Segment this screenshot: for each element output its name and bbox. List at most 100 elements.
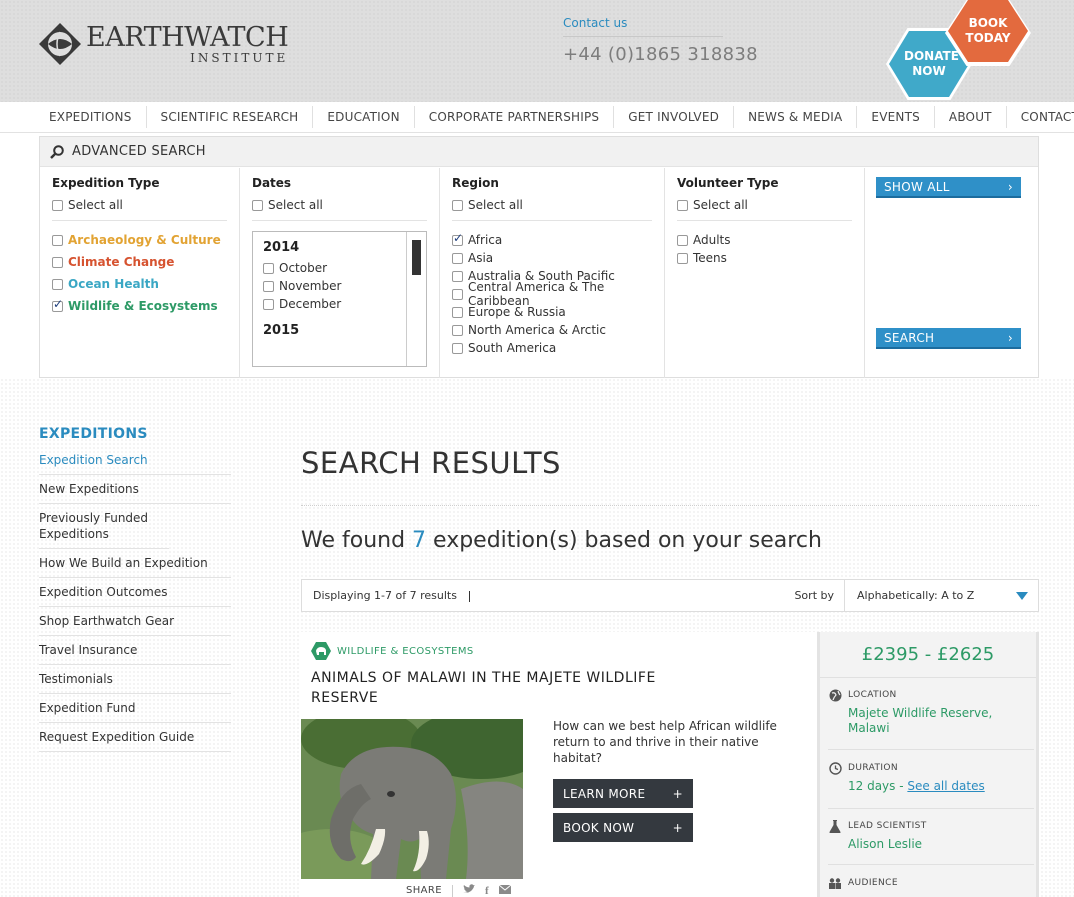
search-button[interactable]: SEARCH › (876, 328, 1021, 349)
region-central-america-caribbean[interactable]: Central America & The Caribbean (452, 280, 652, 308)
show-all-button[interactable]: SHOW ALL › (876, 177, 1021, 198)
checkbox[interactable] (263, 298, 274, 310)
expedition-title[interactable]: ANIMALS OF MALAWI IN THE MAJETE WILDLIFE… (311, 668, 691, 708)
expedition-description: How can we best help African wildlife re… (553, 719, 777, 765)
contact-divider (563, 36, 723, 37)
expedition-type-select-all[interactable]: Select all (52, 196, 227, 214)
checkbox-checked[interactable] (452, 231, 463, 246)
facebook-icon[interactable]: f (485, 885, 489, 897)
nav-get-involved[interactable]: GET INVOLVED (614, 106, 735, 128)
learn-more-label: LEARN MORE (563, 786, 646, 801)
select-all-label: Select all (468, 198, 523, 212)
checkbox[interactable] (677, 199, 688, 211)
filter-wildlife-ecosystems[interactable]: Wildlife & Ecosystems (52, 297, 227, 315)
main-nav: EXPEDITIONS SCIENTIFIC RESEARCH EDUCATIO… (0, 102, 1074, 133)
sidebar-item-how-we-build[interactable]: How We Build an Expedition (39, 555, 231, 578)
region-asia[interactable]: Asia (452, 249, 652, 267)
region-north-america-arctic[interactable]: North America & Arctic (452, 321, 652, 339)
divider (468, 590, 470, 602)
book-now-button[interactable]: BOOK NOW + (553, 813, 693, 842)
dates-scrollbar[interactable] (406, 232, 426, 366)
checkbox[interactable] (263, 280, 274, 292)
checkbox[interactable] (452, 324, 463, 336)
sidebar-item-expedition-outcomes[interactable]: Expedition Outcomes (39, 584, 231, 607)
month-november[interactable]: November (263, 277, 416, 295)
results-summary: We found 7 expedition(s) based on your s… (301, 528, 822, 553)
volunteer-select-all[interactable]: Select all (677, 196, 852, 214)
nav-contact[interactable]: CONTACT (1007, 106, 1074, 128)
region-label: Europe & Russia (468, 305, 566, 319)
displaying-text: Displaying 1-7 of 7 results (302, 589, 792, 602)
nav-news-media[interactable]: NEWS & MEDIA (734, 106, 858, 128)
nav-events[interactable]: EVENTS (857, 106, 935, 128)
sidebar-item-shop-gear[interactable]: Shop Earthwatch Gear (39, 613, 231, 636)
share-label: SHARE (406, 885, 442, 896)
volunteer-adults[interactable]: Adults (677, 231, 852, 249)
results-summary-prefix: We found (301, 528, 413, 553)
checkbox[interactable] (263, 262, 274, 274)
sidebar-item-expedition-search[interactable]: Expedition Search (39, 452, 231, 475)
volunteer-label: Adults (693, 233, 731, 247)
email-icon[interactable] (498, 884, 512, 897)
sidebar-item-previously-funded[interactable]: Previously Funded Expeditions (39, 510, 169, 549)
audience-label: AUDIENCE (848, 878, 898, 888)
contact-us-link[interactable]: Contact us (563, 16, 627, 30)
month-label: November (279, 279, 342, 293)
sort-select[interactable]: Alphabetically: A to Z (844, 580, 1038, 611)
scrollbar-thumb[interactable] (412, 240, 421, 275)
checkbox[interactable] (452, 270, 463, 282)
checkbox[interactable] (677, 252, 688, 264)
nav-scientific-research[interactable]: SCIENTIFIC RESEARCH (147, 106, 314, 128)
globe-icon (828, 688, 842, 702)
nav-education[interactable]: EDUCATION (313, 106, 415, 128)
filter-ocean-health[interactable]: Ocean Health (52, 275, 227, 293)
volunteer-type-title: Volunteer Type (677, 176, 779, 190)
nav-about[interactable]: ABOUT (935, 106, 1007, 128)
nav-corporate-partnerships[interactable]: CORPORATE PARTNERSHIPS (415, 106, 615, 128)
region-africa[interactable]: Africa (452, 231, 652, 249)
checkbox[interactable] (252, 199, 263, 211)
expedition-photo[interactable] (301, 719, 523, 879)
select-all-label: Select all (68, 198, 123, 212)
checkbox[interactable] (452, 288, 463, 300)
checkbox[interactable] (452, 199, 463, 211)
expedition-category: WILDLIFE & ECOSYSTEMS (311, 642, 474, 660)
checkbox[interactable] (52, 199, 63, 211)
month-label: October (279, 261, 328, 275)
sidebar-item-testimonials[interactable]: Testimonials (39, 671, 231, 694)
volunteer-teens[interactable]: Teens (677, 249, 852, 267)
sidebar-item-expedition-fund[interactable]: Expedition Fund (39, 700, 231, 723)
filter-archaeology-culture[interactable]: Archaeology & Culture (52, 231, 227, 249)
sort-select-value: Alphabetically: A to Z (857, 589, 975, 602)
see-all-dates-link[interactable]: See all dates (907, 779, 984, 793)
sidebar-title: EXPEDITIONS (39, 426, 148, 442)
sidebar-item-request-guide[interactable]: Request Expedition Guide (39, 729, 231, 752)
elephant-image (301, 719, 523, 879)
filter-climate-change[interactable]: Climate Change (52, 253, 227, 271)
region-south-america[interactable]: South America (452, 339, 652, 357)
checkbox[interactable] (452, 342, 463, 354)
checkbox[interactable] (452, 306, 463, 318)
checkbox[interactable] (52, 256, 63, 268)
checkbox[interactable] (52, 234, 63, 246)
checkbox[interactable] (677, 234, 688, 246)
region-select-all[interactable]: Select all (452, 196, 652, 214)
month-december[interactable]: December (263, 295, 416, 313)
sidebar-item-new-expeditions[interactable]: New Expeditions (39, 481, 231, 504)
sidebar-item-travel-insurance[interactable]: Travel Insurance (39, 642, 231, 665)
dates-list[interactable]: 2014 October November December 2015 (252, 231, 427, 367)
dates-select-all[interactable]: Select all (252, 196, 427, 214)
checkbox[interactable] (452, 252, 463, 264)
nav-expeditions[interactable]: EXPEDITIONS (35, 106, 147, 128)
earthwatch-logo[interactable]: EARTHWATCH INSTITUTE (38, 22, 289, 66)
learn-more-button[interactable]: LEARN MORE + (553, 779, 693, 808)
expedition-type-column: Expedition Type Select all Archaeology &… (40, 168, 240, 378)
checkbox-checked[interactable] (52, 297, 63, 312)
expedition-type-title: Expedition Type (52, 176, 160, 190)
twitter-icon[interactable] (462, 884, 475, 897)
month-october[interactable]: October (263, 259, 416, 277)
advanced-search-header[interactable]: ADVANCED SEARCH (40, 137, 1038, 167)
checkbox[interactable] (52, 278, 63, 290)
location-value: Majete Wildlife Reserve, Malawi (848, 706, 993, 735)
logo-subtitle: INSTITUTE (190, 51, 289, 65)
